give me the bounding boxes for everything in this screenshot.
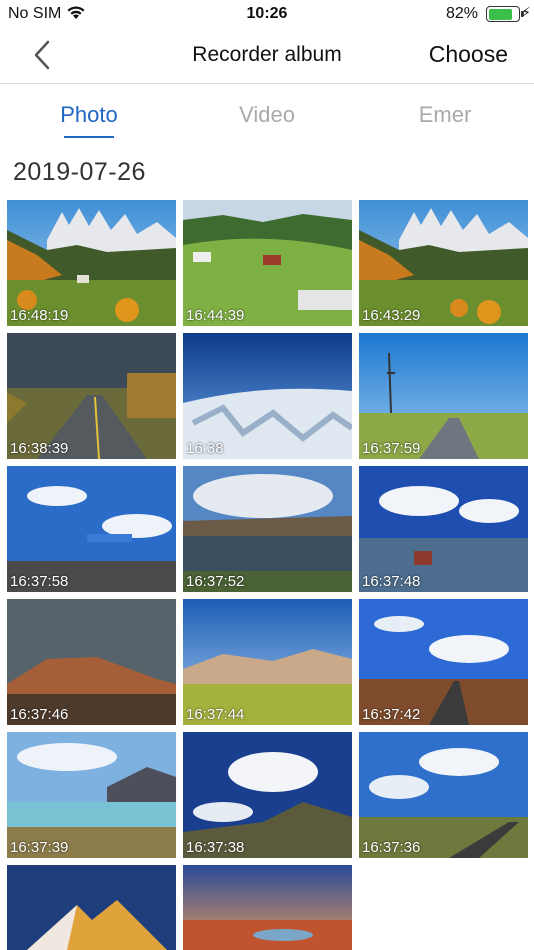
- battery-icon: [486, 6, 524, 22]
- battery-percent: 82%: [445, 5, 478, 22]
- photo-timestamp: 16:38:39: [10, 440, 69, 457]
- media-tabs: Photo Video Emer: [0, 84, 534, 144]
- photo-timestamp: 16:43:29: [362, 307, 421, 324]
- photo-timestamp: 16:37:38: [186, 839, 245, 856]
- nav-bar: Recorder album Choose: [0, 28, 534, 84]
- photo-thumbnail[interactable]: 16:38: [183, 333, 352, 459]
- photo-timestamp: 16:37:59: [362, 440, 421, 457]
- photo-timestamp: 16:37:58: [10, 573, 69, 590]
- choose-button[interactable]: Choose: [429, 41, 508, 68]
- photo-timestamp: 16:44:39: [186, 307, 245, 324]
- photo-timestamp: 16:48:19: [10, 307, 69, 324]
- photo-thumbnail[interactable]: 16:37:48: [359, 466, 528, 592]
- photo-timestamp: 16:38: [186, 440, 224, 457]
- tab-video[interactable]: Video: [178, 102, 356, 128]
- photo-timestamp: 16:37:48: [362, 573, 421, 590]
- photo-thumbnail[interactable]: [7, 865, 176, 950]
- photo-timestamp: 16:37:42: [362, 706, 421, 723]
- date-group-header: 2019-07-26: [13, 158, 146, 186]
- photo-timestamp: 16:37:46: [10, 706, 69, 723]
- photo-thumbnail[interactable]: 16:37:46: [7, 599, 176, 725]
- photo-thumbnail[interactable]: 16:37:44: [183, 599, 352, 725]
- photo-thumbnail[interactable]: [183, 865, 352, 950]
- photo-timestamp: 16:37:52: [186, 573, 245, 590]
- charging-icon: ⚡: [521, 4, 531, 20]
- photo-thumbnail[interactable]: 16:37:59: [359, 333, 528, 459]
- photo-thumbnail[interactable]: 16:38:39: [7, 333, 176, 459]
- photo-timestamp: 16:37:44: [186, 706, 245, 723]
- photo-thumbnail[interactable]: 16:37:52: [183, 466, 352, 592]
- photo-thumbnail[interactable]: 16:44:39: [183, 200, 352, 326]
- tab-photo[interactable]: Photo: [0, 102, 178, 128]
- photo-timestamp: 16:37:36: [362, 839, 421, 856]
- photo-thumbnail[interactable]: 16:37:38: [183, 732, 352, 858]
- photo-thumbnail[interactable]: 16:37:58: [7, 466, 176, 592]
- photo-timestamp: 16:37:39: [10, 839, 69, 856]
- photo-thumbnail[interactable]: 16:43:29: [359, 200, 528, 326]
- photo-thumbnail[interactable]: 16:37:36: [359, 732, 528, 858]
- photo-thumbnail[interactable]: 16:37:39: [7, 732, 176, 858]
- active-tab-indicator: [64, 136, 114, 138]
- photo-thumbnail[interactable]: 16:48:19: [7, 200, 176, 326]
- status-bar: No SIM 10:26 82% ⚡: [0, 0, 534, 28]
- tab-emergency[interactable]: Emer: [356, 102, 534, 128]
- photo-thumbnail[interactable]: 16:37:42: [359, 599, 528, 725]
